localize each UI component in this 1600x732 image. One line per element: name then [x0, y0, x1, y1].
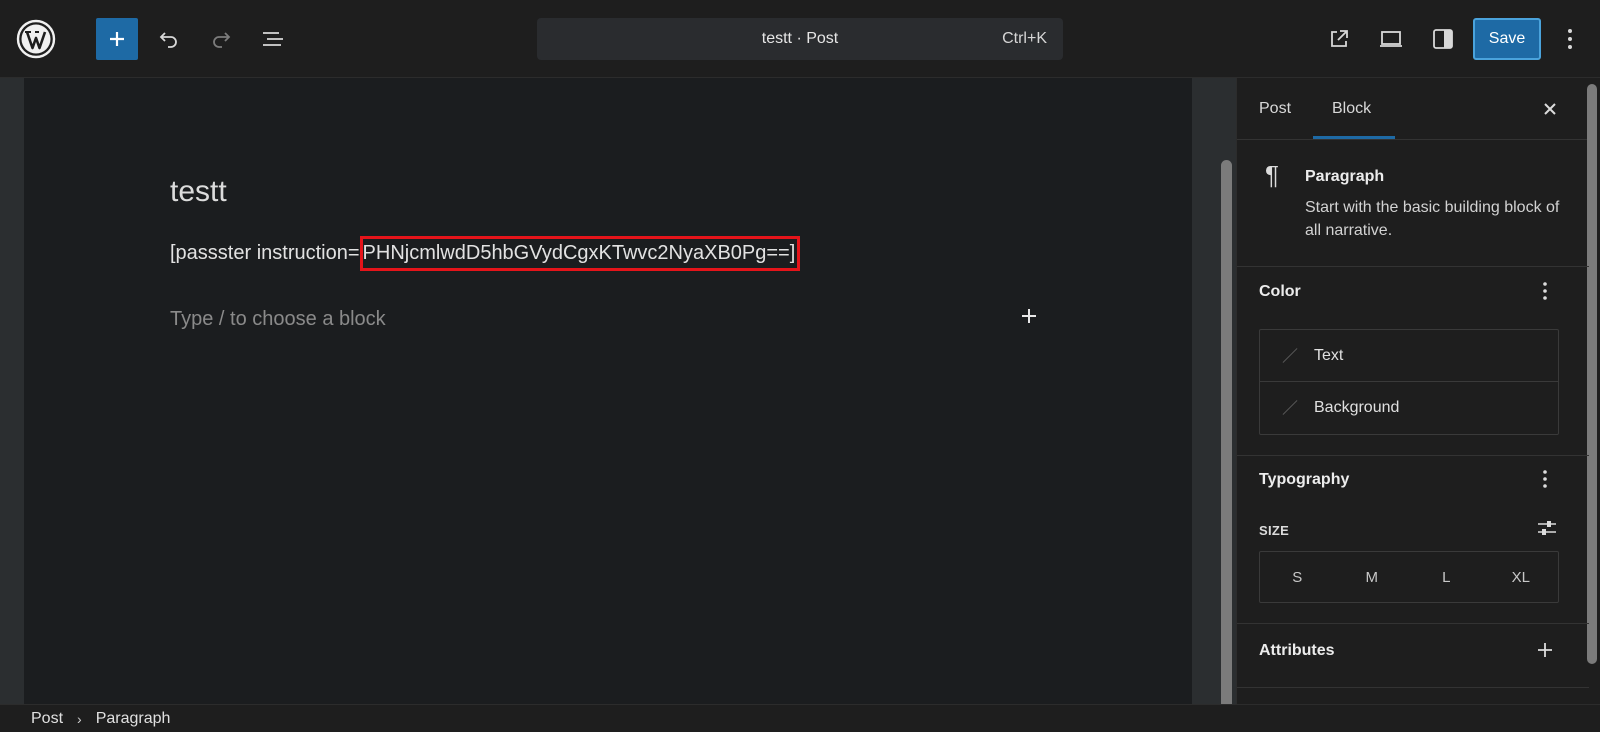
settings-sidebar: Post Block ¶ Paragraph Start with the ba…	[1236, 78, 1600, 704]
redo-icon[interactable]	[200, 18, 242, 60]
document-title: testt · Post	[761, 30, 839, 47]
empty-swatch-icon	[1278, 397, 1300, 419]
chevron-right-icon: ›	[77, 710, 82, 727]
active-tab-indicator	[1313, 136, 1395, 139]
color-item-label: Background	[1314, 399, 1400, 416]
close-icon[interactable]	[1537, 96, 1563, 122]
sidebar-icon[interactable]	[1422, 18, 1464, 60]
editor-top-bar: testt · Post Ctrl+K Save	[0, 0, 1600, 78]
custom-size-settings-icon[interactable]	[1533, 516, 1561, 540]
document-overview-icon[interactable]	[252, 18, 294, 60]
color-panel-heading: Color	[1259, 283, 1301, 300]
command-palette-bar[interactable]: testt · Post Ctrl+K	[537, 18, 1063, 60]
block-card: ¶ Paragraph Start with the basic buildin…	[1237, 140, 1589, 267]
canvas-scrollbar[interactable]	[1221, 160, 1232, 732]
empty-swatch-icon	[1278, 345, 1300, 367]
color-item-text[interactable]: Text	[1260, 330, 1558, 382]
block-inserter-button[interactable]	[96, 18, 138, 60]
breadcrumb-post[interactable]: Post	[31, 710, 63, 728]
attributes-panel-heading: Attributes	[1259, 642, 1335, 659]
sidebar-tabs: Post Block	[1237, 78, 1589, 140]
size-option-xl[interactable]: XL	[1484, 552, 1559, 602]
shortcut-hint: Ctrl+K	[1002, 30, 1047, 47]
color-item-label: Text	[1314, 346, 1344, 364]
tab-post[interactable]: Post	[1259, 100, 1291, 118]
plus-icon[interactable]	[1533, 638, 1557, 662]
typography-options-icon[interactable]	[1533, 467, 1557, 491]
undo-icon[interactable]	[148, 18, 190, 60]
tab-block[interactable]: Block	[1332, 100, 1371, 118]
save-button[interactable]: Save	[1473, 18, 1541, 60]
color-options-icon[interactable]	[1533, 279, 1557, 303]
block-placeholder[interactable]: Type / to choose a block	[170, 308, 386, 331]
font-size-picker: S M L XL	[1259, 551, 1559, 603]
desktop-preview-icon[interactable]	[1370, 18, 1412, 60]
wordpress-logo-icon[interactable]	[0, 0, 72, 78]
editor-canvas[interactable]	[24, 78, 1192, 704]
color-item-background[interactable]: Background	[1260, 382, 1558, 434]
size-label: SIZE	[1259, 523, 1290, 538]
typography-panel-heading: Typography	[1259, 471, 1350, 488]
external-link-icon[interactable]	[1318, 18, 1360, 60]
more-vertical-icon[interactable]	[1550, 18, 1590, 60]
divider	[1237, 623, 1589, 624]
paragraph-shortcode-prefix: [passster instruction=	[170, 242, 360, 264]
size-option-l[interactable]: L	[1409, 552, 1484, 602]
block-description: Start with the basic building block of a…	[1305, 199, 1560, 239]
paragraph-icon: ¶	[1265, 160, 1279, 190]
color-settings-group: Text Background	[1259, 329, 1559, 435]
inline-add-block-button[interactable]	[1015, 302, 1043, 330]
editor-canvas-area	[0, 78, 1236, 732]
block-name: Paragraph	[1305, 168, 1385, 185]
paragraph-block[interactable]: [passster instruction= PHNjcmlwdD5hbGVydC…	[170, 236, 801, 271]
block-breadcrumb: Post › Paragraph	[0, 704, 1600, 732]
highlighted-encoded-value: PHNjcmlwdD5hbGVydCgxKTwvc2NyaXB0Pg==]	[359, 236, 801, 271]
divider	[1237, 687, 1589, 688]
breadcrumb-paragraph[interactable]: Paragraph	[96, 710, 171, 728]
size-option-m[interactable]: M	[1335, 552, 1410, 602]
divider	[1237, 455, 1589, 456]
post-title[interactable]: testt	[170, 175, 227, 209]
size-option-s[interactable]: S	[1260, 552, 1335, 602]
